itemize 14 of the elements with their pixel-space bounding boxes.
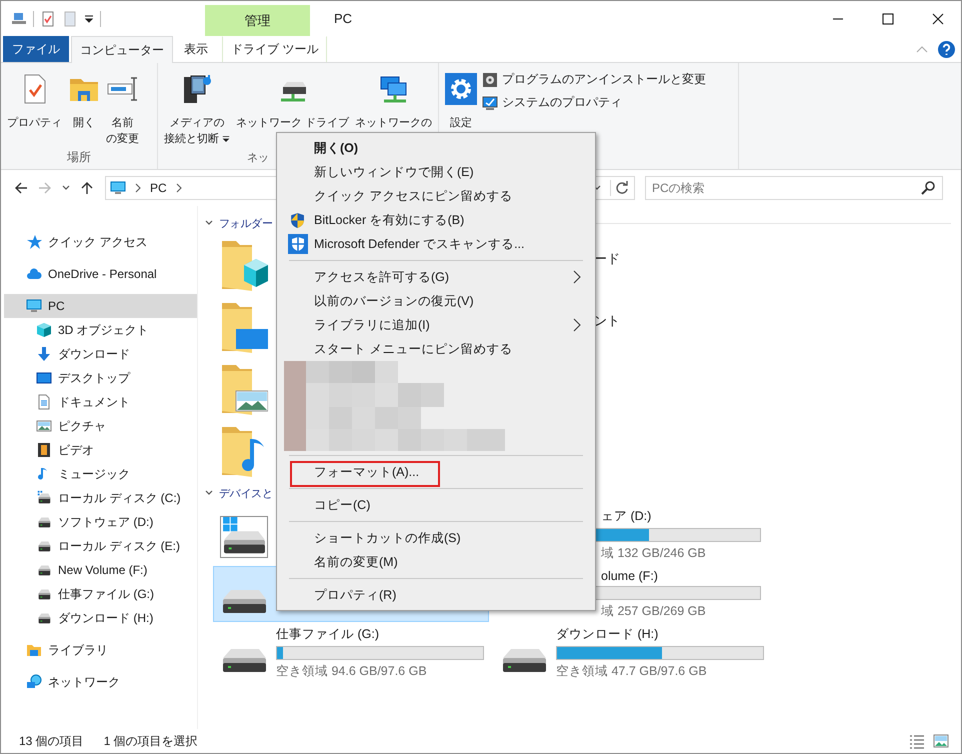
- group-label: ネッ: [246, 151, 270, 166]
- drive-name: olume (F:): [600, 568, 659, 582]
- drive-name: ダウンロード (H:): [556, 626, 660, 643]
- status-text: 13 個の項目: [19, 732, 84, 750]
- free-space-text: 域 257 GB/269 GB: [600, 602, 707, 620]
- free-space-text: 域 132 GB/246 GB: [600, 545, 707, 562]
- context-tab-header: 管理: [205, 5, 310, 36]
- free-space-text: 空き領域 47.7 GB/97.6 GB: [556, 663, 708, 680]
- status-text: 1 個の項目を選択: [104, 732, 198, 750]
- drive-name: ェア (D:): [600, 508, 652, 525]
- group-label: 場所: [66, 149, 92, 166]
- drive-name: 仕事ファイル (G:): [276, 626, 380, 643]
- window-title: PC: [334, 11, 352, 26]
- free-space-text: 空き領域 94.6 GB/97.6 GB: [276, 663, 428, 680]
